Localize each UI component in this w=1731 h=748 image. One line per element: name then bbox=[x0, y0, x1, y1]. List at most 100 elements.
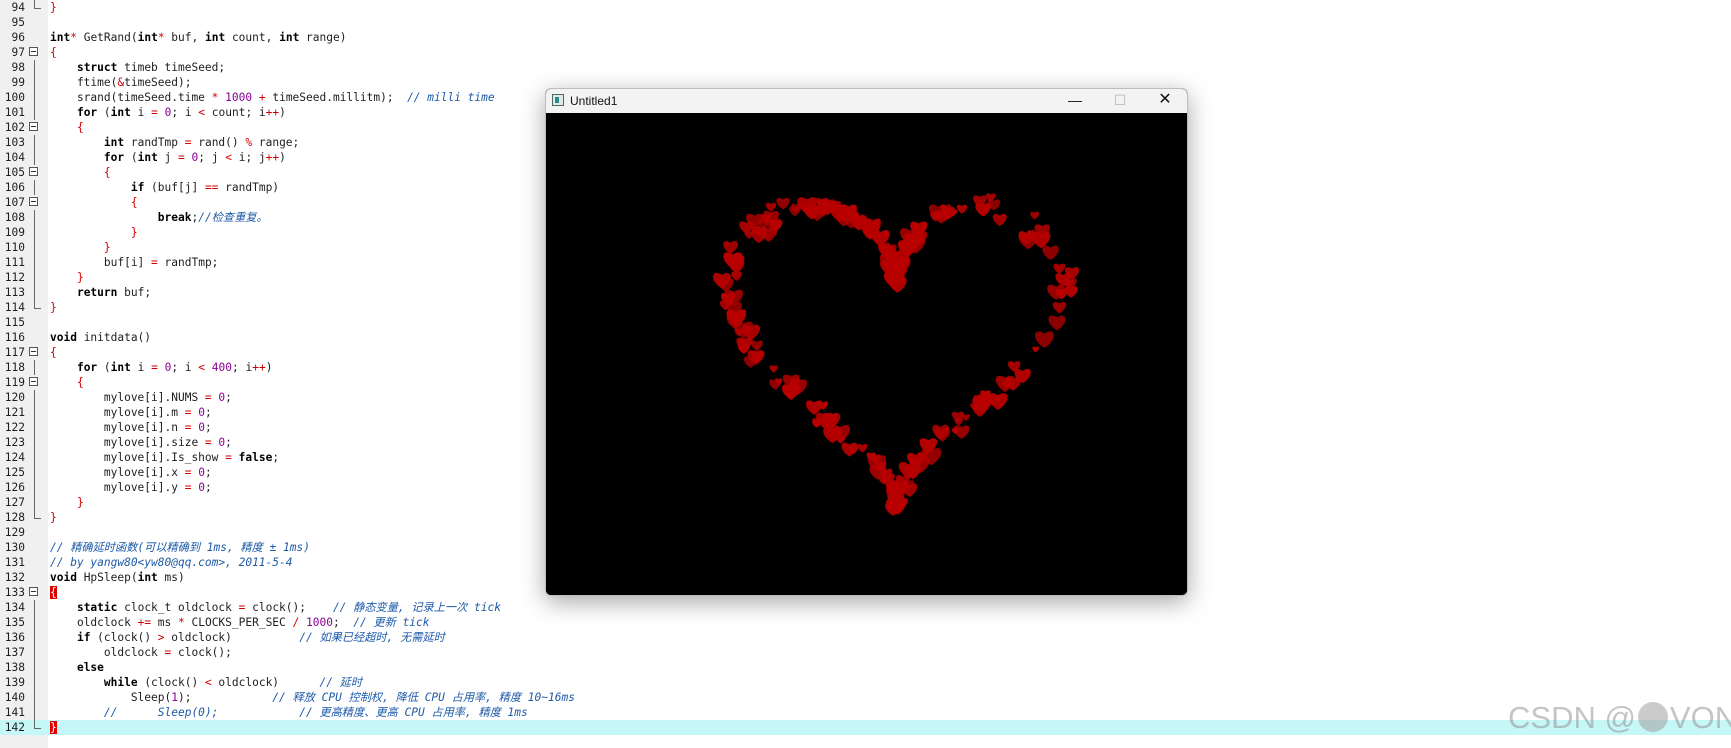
code-line[interactable]: 138 else bbox=[0, 660, 1731, 675]
code-text[interactable]: ftime(&timeSeed); bbox=[50, 75, 192, 90]
code-line[interactable]: 95 bbox=[0, 15, 1731, 30]
code-text[interactable]: { bbox=[50, 195, 138, 210]
fold-toggle-icon[interactable] bbox=[29, 122, 38, 131]
line-number: 107 bbox=[4, 196, 25, 209]
code-text[interactable]: return buf; bbox=[50, 285, 151, 300]
small-heart-icon bbox=[1030, 211, 1040, 220]
line-number: 137 bbox=[4, 646, 25, 659]
code-line[interactable]: 136 if (clock() > oldclock) // 如果已经超时, 无… bbox=[0, 630, 1731, 645]
code-text[interactable]: void initdata() bbox=[50, 330, 151, 345]
code-text[interactable]: // 精确延时函数(可以精确到 1ms, 精度 ± 1ms) bbox=[50, 540, 310, 555]
code-text[interactable]: if (clock() > oldclock) // 如果已经超时, 无需延时 bbox=[50, 630, 445, 645]
code-text[interactable]: struct timeb timeSeed; bbox=[50, 60, 225, 75]
line-number: 125 bbox=[4, 466, 25, 479]
code-text[interactable]: { bbox=[50, 345, 57, 360]
fold-bar bbox=[34, 450, 35, 465]
fold-bar bbox=[34, 0, 35, 8]
code-line[interactable]: 94} bbox=[0, 0, 1731, 15]
code-text[interactable]: mylove[i].x = 0; bbox=[50, 465, 212, 480]
code-text[interactable]: if (buf[j] == randTmp) bbox=[50, 180, 279, 195]
code-text[interactable]: mylove[i].y = 0; bbox=[50, 480, 212, 495]
line-number: 134 bbox=[4, 601, 25, 614]
fold-bar bbox=[34, 615, 35, 630]
code-text[interactable]: mylove[i].Is_show = false; bbox=[50, 450, 279, 465]
code-line[interactable]: 141 // Sleep(0); // 更高精度、更高 CPU 占用率, 精度 … bbox=[0, 705, 1731, 720]
fold-toggle-icon[interactable] bbox=[29, 167, 38, 176]
code-text[interactable]: for (int j = 0; j < i; j++) bbox=[50, 150, 286, 165]
code-text[interactable]: static clock_t oldclock = clock(); // 静态… bbox=[50, 600, 501, 615]
output-window[interactable]: Untitled1 — ☐ ✕ bbox=[545, 88, 1188, 596]
code-text[interactable]: } bbox=[50, 495, 84, 510]
fold-toggle-icon[interactable] bbox=[29, 47, 38, 56]
fold-end-marker bbox=[34, 8, 41, 9]
small-heart-icon bbox=[743, 356, 758, 368]
line-number: 118 bbox=[4, 361, 25, 374]
code-text[interactable]: // by yangw80<yw80@qq.com>, 2011-5-4 bbox=[50, 555, 292, 570]
code-text[interactable]: } bbox=[50, 240, 111, 255]
code-text[interactable]: } bbox=[50, 510, 57, 525]
line-number: 101 bbox=[4, 106, 25, 119]
fold-bar bbox=[34, 225, 35, 240]
code-line[interactable]: 139 while (clock() < oldclock) // 延时 bbox=[0, 675, 1731, 690]
fold-end-marker bbox=[34, 518, 41, 519]
fold-bar bbox=[34, 270, 35, 285]
window-titlebar[interactable]: Untitled1 — ☐ ✕ bbox=[546, 89, 1187, 113]
small-heart-icon bbox=[956, 204, 968, 214]
line-number: 129 bbox=[4, 526, 25, 539]
code-text[interactable]: oldclock += ms * CLOCKS_PER_SEC / 1000; … bbox=[50, 615, 430, 630]
code-text[interactable]: buf[i] = randTmp; bbox=[50, 255, 219, 270]
line-number: 114 bbox=[4, 301, 25, 314]
code-text[interactable]: Sleep(1); // 释放 CPU 控制权, 降低 CPU 占用率, 精度 … bbox=[50, 690, 575, 705]
code-text[interactable]: int randTmp = rand() % range; bbox=[50, 135, 299, 150]
code-text[interactable]: } bbox=[50, 225, 138, 240]
code-text[interactable]: { bbox=[50, 375, 84, 390]
fold-toggle-icon[interactable] bbox=[29, 197, 38, 206]
maximize-button[interactable]: ☐ bbox=[1098, 89, 1142, 113]
code-text[interactable]: } bbox=[50, 720, 57, 735]
fold-bar bbox=[34, 495, 35, 510]
code-text[interactable]: while (clock() < oldclock) // 延时 bbox=[50, 675, 362, 690]
code-text[interactable]: for (int i = 0; i < count; i++) bbox=[50, 105, 286, 120]
code-text[interactable]: mylove[i].n = 0; bbox=[50, 420, 212, 435]
fold-toggle-icon[interactable] bbox=[29, 587, 38, 596]
fold-toggle-icon[interactable] bbox=[29, 347, 38, 356]
fold-bar bbox=[34, 660, 35, 675]
code-text[interactable]: for (int i = 0; i < 400; i++) bbox=[50, 360, 273, 375]
code-line[interactable]: 134 static clock_t oldclock = clock(); /… bbox=[0, 600, 1731, 615]
code-text[interactable]: } bbox=[50, 300, 57, 315]
code-line[interactable]: 98 struct timeb timeSeed; bbox=[0, 60, 1731, 75]
code-text[interactable]: mylove[i].NUMS = 0; bbox=[50, 390, 232, 405]
fold-end-marker bbox=[34, 728, 41, 729]
code-text[interactable]: { bbox=[50, 165, 111, 180]
code-text[interactable]: { bbox=[50, 120, 84, 135]
code-text[interactable]: mylove[i].m = 0; bbox=[50, 405, 212, 420]
code-text[interactable]: mylove[i].size = 0; bbox=[50, 435, 232, 450]
small-heart-icon bbox=[769, 379, 782, 390]
code-text[interactable]: int* GetRand(int* buf, int count, int ra… bbox=[50, 30, 346, 45]
line-number: 135 bbox=[4, 616, 25, 629]
line-number: 123 bbox=[4, 436, 25, 449]
code-text[interactable]: srand(timeSeed.time * 1000 + timeSeed.mi… bbox=[50, 90, 495, 105]
code-text[interactable]: break;//检查重复。 bbox=[50, 210, 268, 225]
code-line[interactable]: 96 int* GetRand(int* buf, int count, int … bbox=[0, 30, 1731, 45]
fold-bar bbox=[34, 435, 35, 450]
fold-toggle-icon[interactable] bbox=[29, 377, 38, 386]
code-line[interactable]: 140 Sleep(1); // 释放 CPU 控制权, 降低 CPU 占用率,… bbox=[0, 690, 1731, 705]
line-number: 94 bbox=[11, 1, 25, 14]
code-text[interactable]: // Sleep(0); // 更高精度、更高 CPU 占用率, 精度 1ms bbox=[50, 705, 528, 720]
code-text[interactable]: { bbox=[50, 585, 57, 600]
code-text[interactable]: } bbox=[50, 0, 57, 15]
close-button[interactable]: ✕ bbox=[1143, 89, 1187, 113]
code-text[interactable]: oldclock = clock(); bbox=[50, 645, 232, 660]
code-line[interactable]: 97 { bbox=[0, 45, 1731, 60]
code-line[interactable]: 137 oldclock = clock(); bbox=[0, 645, 1731, 660]
line-number: 136 bbox=[4, 631, 25, 644]
code-line[interactable]: 142} bbox=[0, 720, 1731, 735]
code-line[interactable]: 135 oldclock += ms * CLOCKS_PER_SEC / 10… bbox=[0, 615, 1731, 630]
minimize-button[interactable]: — bbox=[1053, 89, 1097, 113]
code-text[interactable]: } bbox=[50, 270, 84, 285]
line-number: 95 bbox=[11, 16, 25, 29]
code-text[interactable]: { bbox=[50, 45, 57, 60]
code-text[interactable]: else bbox=[50, 660, 104, 675]
code-text[interactable]: void HpSleep(int ms) bbox=[50, 570, 185, 585]
